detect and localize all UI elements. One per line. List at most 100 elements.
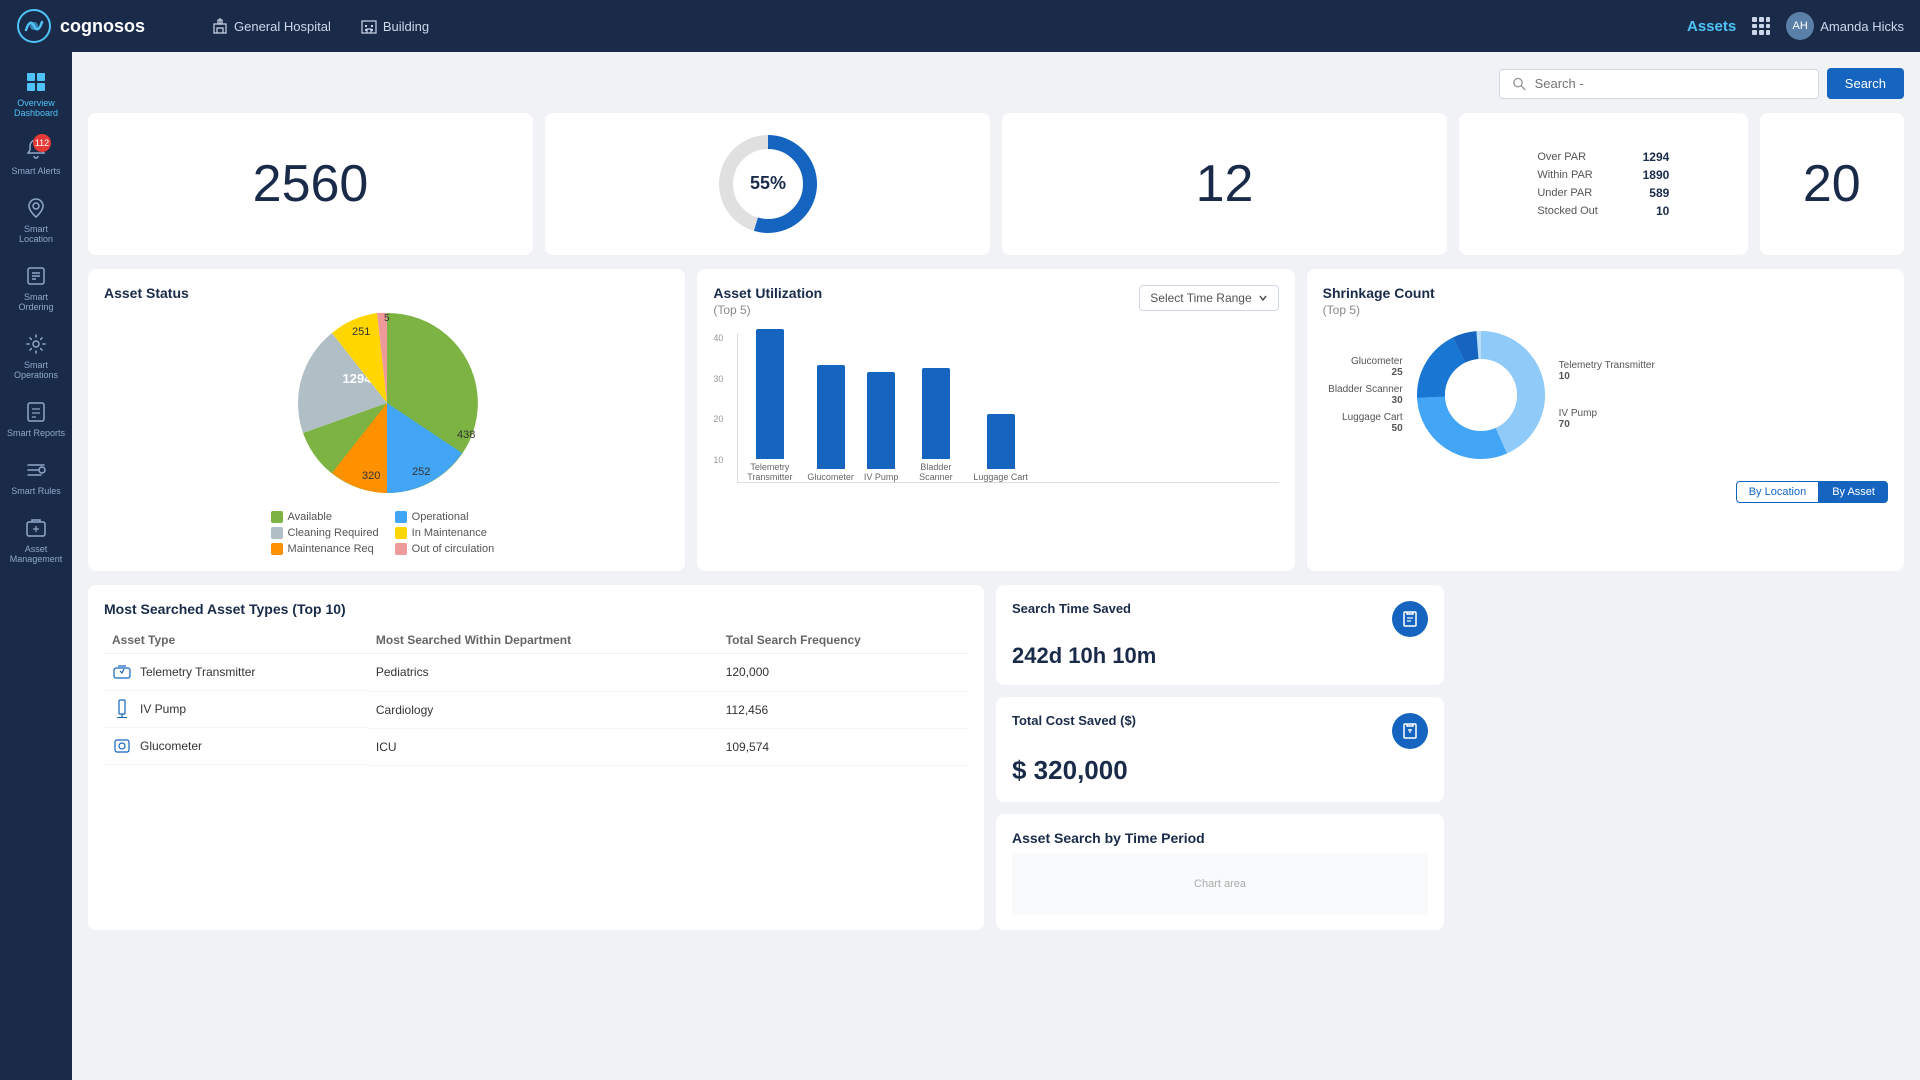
shrinkage-subtitle: (Top 5) (1323, 303, 1888, 317)
shrinkage-labels-right: Telemetry Transmitter10 IV Pump70 (1559, 360, 1655, 430)
search-button[interactable]: Search (1827, 68, 1904, 99)
telemetry-icon (112, 662, 132, 682)
legend-out-circ: Out of circulation (395, 543, 503, 555)
cost-saved-title: Total Cost Saved ($) (1012, 713, 1136, 728)
par-label-over: Over PAR (1537, 151, 1617, 163)
bar-glucometer (817, 365, 845, 469)
par-row-stocked: Stocked Out 10 (1537, 204, 1669, 218)
search-input[interactable] (1535, 76, 1806, 91)
table-header-row: Asset Type Most Searched Within Departme… (104, 627, 968, 654)
search-time-icon-circle (1392, 601, 1428, 637)
nav-items: General Hospital Building (200, 12, 1663, 40)
most-searched-table: Asset Type Most Searched Within Departme… (104, 627, 968, 766)
building-icon (361, 18, 377, 34)
par-row-under: Under PAR 589 (1537, 186, 1669, 200)
sidebar: Overview Dashboard 112 Smart Alerts Smar… (0, 52, 72, 1080)
shrinkage-labels-left: Glucometer25 Bladder Scanner30 Luggage C… (1323, 356, 1403, 434)
freq-3: 109,574 (718, 728, 968, 765)
search-icon (1512, 76, 1527, 92)
pie-legend: Available Operational Cleaning Required … (271, 511, 503, 555)
col-asset-type: Asset Type (104, 627, 368, 654)
user-avatar: AH (1786, 12, 1814, 40)
asset-type-3: Glucometer (140, 739, 202, 753)
bar-bladder (922, 368, 950, 459)
stat-card-total: 2560 (88, 113, 533, 255)
legend-operational: Operational (395, 511, 503, 523)
stat-card-20: 20 (1760, 113, 1904, 255)
time-select-dropdown[interactable]: Select Time Range (1139, 285, 1278, 311)
sidebar-item-overview[interactable]: Overview Dashboard (0, 60, 72, 128)
user-name: Amanda Hicks (1820, 19, 1904, 34)
sidebar-label-overview: Overview Dashboard (6, 98, 66, 118)
grid-menu-icon[interactable] (1752, 17, 1770, 35)
logo-area: cognosos (16, 8, 176, 44)
cost-saved-value: $ 320,000 (1012, 755, 1428, 786)
dept-3: ICU (368, 728, 718, 765)
sidebar-label-location: Smart Location (6, 224, 66, 244)
freq-2: 112,456 (718, 691, 968, 728)
par-label-within: Within PAR (1537, 169, 1617, 181)
bar-ivpump (867, 372, 895, 469)
search-time-title: Search Time Saved (1012, 601, 1131, 616)
sidebar-label-ordering: Smart Ordering (6, 292, 66, 312)
ordering-icon (24, 264, 48, 288)
asset-util-title: Asset Utilization (713, 285, 822, 301)
dashboard-icon (24, 70, 48, 94)
shrinkage-count-card: Shrinkage Count (Top 5) Glucometer25 Bla… (1307, 269, 1904, 571)
freq-1: 120,000 (718, 654, 968, 692)
reports-icon (24, 400, 48, 424)
sidebar-item-operations[interactable]: Smart Operations (0, 322, 72, 390)
stats-row: 2560 55% 12 Over PAR 1294 Within P (88, 113, 1904, 255)
sidebar-label-operations: Smart Operations (6, 360, 66, 380)
svg-text:251: 251 (352, 326, 370, 338)
search-time-saved-card: Search Time Saved 242d 10h 10m (996, 585, 1444, 685)
asset-status-title: Asset Status (104, 285, 669, 301)
bar-group-bladder: Bladder Scanner (908, 368, 963, 482)
sidebar-item-location[interactable]: Smart Location (0, 186, 72, 254)
stat-number-total: 2560 (253, 154, 369, 214)
most-searched-card: Most Searched Asset Types (Top 10) Asset… (88, 585, 984, 930)
stat-card-12: 12 (1002, 113, 1447, 255)
asset-type-1: Telemetry Transmitter (140, 665, 255, 679)
bar-telemetry (756, 329, 784, 459)
assets-button[interactable]: Assets (1687, 18, 1736, 35)
dept-1: Pediatrics (368, 654, 718, 692)
total-cost-saved-card: Total Cost Saved ($) $ 320,000 (996, 697, 1444, 802)
sidebar-label-rules: Smart Rules (11, 486, 61, 496)
bar-chart-inner: Telemetry Transmitter Glucometer IV Pump… (737, 333, 1278, 483)
nav-right: Assets AH Amanda Hicks (1687, 12, 1904, 40)
toggle-buttons: By Location By Asset (1736, 481, 1888, 503)
nav-item-hospital[interactable]: General Hospital (200, 12, 343, 40)
sidebar-label-alerts: Smart Alerts (11, 166, 60, 176)
nav-item-building[interactable]: Building (349, 12, 441, 40)
donut-chart-55: 55% (713, 129, 823, 239)
shrinkage-toggle-area: By Location By Asset (1323, 473, 1888, 503)
par-label-stocked: Stocked Out (1537, 205, 1617, 217)
toggle-by-location[interactable]: By Location (1736, 481, 1819, 503)
sidebar-item-reports[interactable]: Smart Reports (0, 390, 72, 448)
table-row: Glucometer ICU 109,574 (104, 728, 968, 765)
legend-maintenance: In Maintenance (395, 527, 503, 539)
glucometer-row-icon (112, 736, 132, 756)
bar-group-ivpump: IV Pump (864, 372, 899, 482)
par-val-under: 589 (1633, 186, 1669, 200)
sidebar-item-alerts[interactable]: 112 Smart Alerts (0, 128, 72, 186)
cost-saved-header: Total Cost Saved ($) (1012, 713, 1428, 749)
dept-2: Cardiology (368, 691, 718, 728)
par-row-over: Over PAR 1294 (1537, 150, 1669, 164)
bell-icon: 112 (24, 138, 48, 162)
sidebar-item-asset-mgmt[interactable]: Asset Management (0, 506, 72, 574)
user-area[interactable]: AH Amanda Hicks (1786, 12, 1904, 40)
toggle-by-asset[interactable]: By Asset (1819, 481, 1888, 503)
legend-cleaning: Cleaning Required (271, 527, 379, 539)
top-navigation: cognosos General Hospital Building Asset… (0, 0, 1920, 52)
par-card: Over PAR 1294 Within PAR 1890 Under PAR … (1459, 113, 1748, 255)
svg-text:55%: 55% (749, 173, 785, 193)
shrinkage-donut-area: Glucometer25 Bladder Scanner30 Luggage C… (1323, 325, 1888, 465)
nav-hospital-label: General Hospital (234, 19, 331, 34)
rules-icon (24, 458, 48, 482)
sidebar-item-ordering[interactable]: Smart Ordering (0, 254, 72, 322)
sidebar-item-rules[interactable]: Smart Rules (0, 448, 72, 506)
legend-available: Available (271, 511, 379, 523)
main-content: Search 2560 55% 12 Over PAR 1294 (72, 52, 1920, 1080)
